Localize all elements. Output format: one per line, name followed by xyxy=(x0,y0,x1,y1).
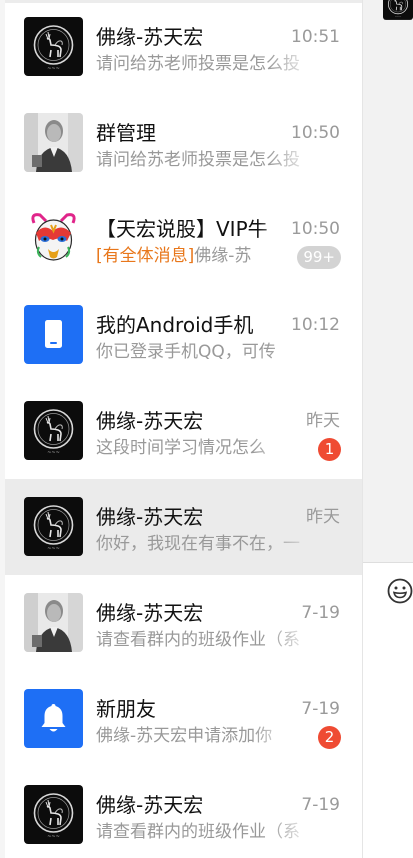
conversation-item[interactable]: 群管理 10:50 请问给苏老师投票是怎么投 xyxy=(5,95,362,191)
conversation-time: 7-19 xyxy=(301,603,340,623)
conversation-name: 群管理 xyxy=(96,121,156,145)
deer-logo-icon xyxy=(383,0,413,20)
conversation-time: 10:50 xyxy=(291,219,340,239)
conversation-time: 昨天 xyxy=(306,411,340,431)
conversation-time: 10:50 xyxy=(291,123,340,143)
conversation-preview: 佛缘-苏天宏申请添加你 xyxy=(96,726,273,746)
deer-logo-icon xyxy=(24,497,83,556)
conversation-preview: [有全体消息]佛缘-苏 xyxy=(96,244,296,268)
conversation-name: 佛缘-苏天宏 xyxy=(96,25,204,49)
conversation-preview: 这段时间学习情况怎么 xyxy=(96,438,266,458)
conversation-time: 7-19 xyxy=(301,699,340,719)
conversation-name: 我的Android手机 xyxy=(96,313,254,337)
conversation-preview: 你好，我现在有事不在，一 xyxy=(96,534,300,554)
smiley-face-icon[interactable] xyxy=(386,577,413,605)
person-photo-icon xyxy=(24,593,83,652)
conversation-list[interactable]: 佛缘-苏天宏 10:51 请问给苏老师投票是怎么投 群管理 10:50 请问给苏… xyxy=(5,0,362,858)
conversation-name: 佛缘-苏天宏 xyxy=(96,793,204,817)
deer-logo-icon xyxy=(24,785,83,844)
conversation-item-selected[interactable]: 佛缘-苏天宏 昨天 你好，我现在有事不在，一 xyxy=(5,479,362,575)
deer-logo-icon xyxy=(24,401,83,460)
conversation-preview: 请问给苏老师投票是怎么投 xyxy=(96,150,300,170)
message-area[interactable] xyxy=(363,0,413,562)
conversation-item[interactable]: 佛缘-苏天宏 7-19 请查看群内的班级作业（系 xyxy=(5,767,362,858)
conversation-item[interactable]: 我的Android手机 10:12 你已登录手机QQ，可传 xyxy=(5,287,362,383)
chat-pane xyxy=(363,0,413,858)
deer-logo-icon xyxy=(24,17,83,76)
conversation-time: 10:12 xyxy=(291,315,340,335)
conversation-item[interactable]: 新朋友 7-19 佛缘-苏天宏申请添加你 2 xyxy=(5,671,362,767)
input-area-divider xyxy=(363,562,413,563)
unread-badge: 2 xyxy=(318,726,341,749)
conversation-name: 佛缘-苏天宏 xyxy=(96,601,204,625)
conversation-item[interactable]: 佛缘-苏天宏 昨天 这段时间学习情况怎么 1 xyxy=(5,383,362,479)
conversation-item[interactable]: 佛缘-苏天宏 7-19 请查看群内的班级作业（系 xyxy=(5,575,362,671)
unread-badge: 99+ xyxy=(297,246,341,269)
mention-tag: [有全体消息] xyxy=(96,246,195,266)
conversation-name: 新朋友 xyxy=(96,697,156,721)
conversation-time: 昨天 xyxy=(306,507,340,527)
conversation-time: 7-19 xyxy=(301,795,340,815)
opera-mask-icon xyxy=(24,209,83,268)
conversation-item[interactable]: 【天宏说股】VIP牛 10:50 [有全体消息]佛缘-苏 99+ xyxy=(5,191,362,287)
person-photo-icon xyxy=(24,113,83,172)
conversation-name: 佛缘-苏天宏 xyxy=(96,505,204,529)
conversation-preview: 请查看群内的班级作业（系 xyxy=(96,630,300,650)
unread-badge: 1 xyxy=(318,438,341,461)
conversation-name: 【天宏说股】VIP牛 xyxy=(96,217,268,241)
bell-icon xyxy=(24,689,83,748)
conversation-name: 佛缘-苏天宏 xyxy=(96,409,204,433)
conversation-time: 10:51 xyxy=(291,27,340,47)
conversation-preview: 请查看群内的班级作业（系 xyxy=(96,822,300,842)
conversation-preview: 你已登录手机QQ，可传 xyxy=(96,342,276,362)
conversation-preview: 请问给苏老师投票是怎么投 xyxy=(96,54,300,74)
preview-text: 佛缘-苏 xyxy=(194,246,252,266)
phone-icon xyxy=(24,305,83,364)
conversation-item[interactable]: 佛缘-苏天宏 10:51 请问给苏老师投票是怎么投 xyxy=(5,0,362,95)
qq-window: 佛缘-苏天宏 10:51 请问给苏老师投票是怎么投 群管理 10:50 请问给苏… xyxy=(0,0,413,858)
